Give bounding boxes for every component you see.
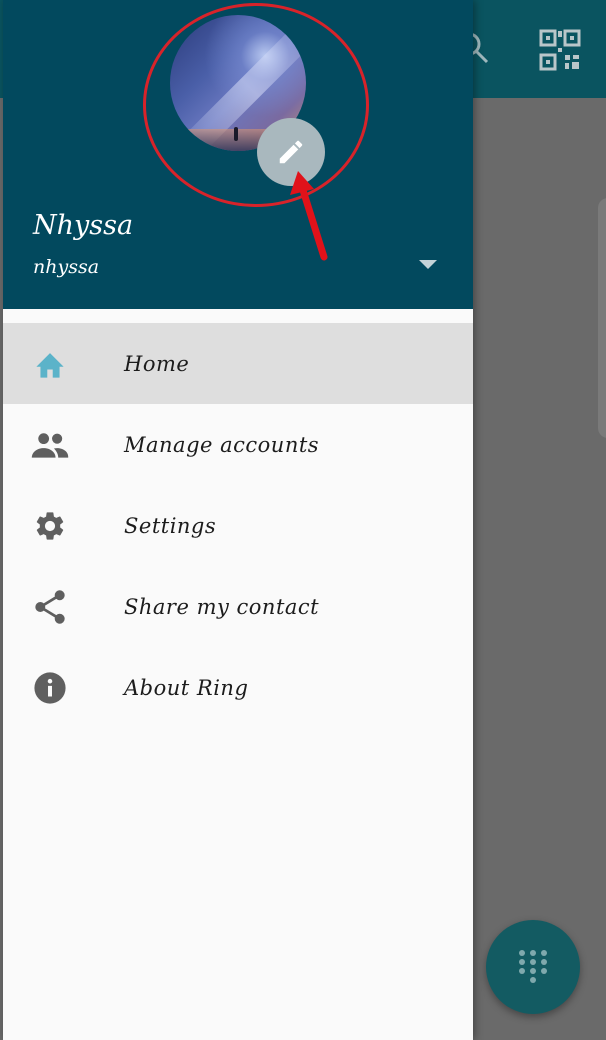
info-icon bbox=[31, 669, 69, 707]
menu-item-label: Home bbox=[124, 351, 190, 376]
menu-item-about[interactable]: About Ring bbox=[3, 647, 473, 728]
share-icon bbox=[31, 588, 69, 626]
qr-code-icon[interactable] bbox=[538, 28, 582, 72]
user-display-name: Nhyssa bbox=[33, 210, 134, 241]
menu-item-label: Settings bbox=[124, 513, 217, 538]
menu-item-label: Share my contact bbox=[124, 594, 320, 619]
gear-icon bbox=[31, 507, 69, 545]
caret-down-icon[interactable] bbox=[417, 258, 439, 270]
dialpad-icon bbox=[519, 950, 547, 983]
home-icon bbox=[31, 345, 69, 383]
menu-item-home[interactable]: Home bbox=[3, 323, 473, 404]
annotation-arrow bbox=[290, 171, 328, 261]
user-handle: nhyssa bbox=[33, 256, 100, 278]
menu-item-label: Manage accounts bbox=[124, 432, 320, 457]
menu-item-manage-accounts[interactable]: Manage accounts bbox=[3, 404, 473, 485]
menu-item-label: About Ring bbox=[124, 675, 249, 700]
menu-item-share-contact[interactable]: Share my contact bbox=[3, 566, 473, 647]
drawer-menu: Home Manage accounts Settings Share my c… bbox=[3, 323, 473, 728]
menu-item-settings[interactable]: Settings bbox=[3, 485, 473, 566]
navigation-drawer: Nhyssa nhyssa Home Manage accounts Setti… bbox=[3, 0, 473, 1040]
people-icon bbox=[31, 426, 69, 464]
background-card bbox=[598, 198, 606, 438]
dialpad-button[interactable] bbox=[486, 920, 580, 1014]
